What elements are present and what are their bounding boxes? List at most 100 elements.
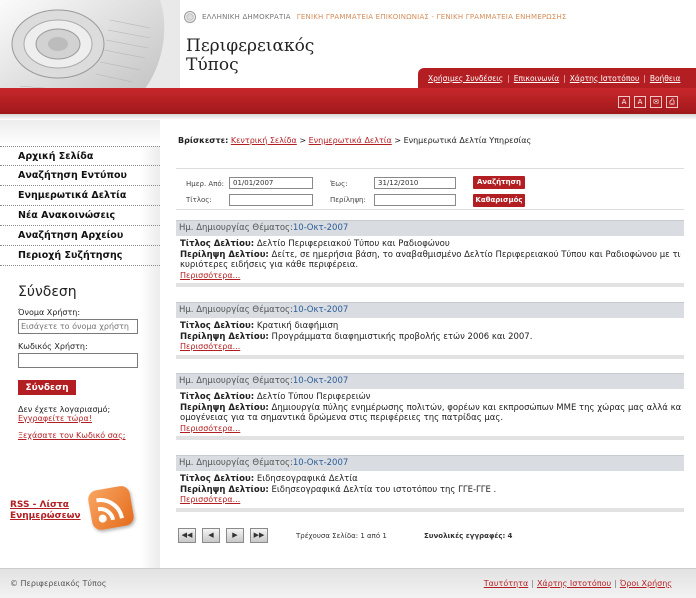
bulletin-title: Κρατική διαφήμιση [256,321,339,331]
forgot-password-link[interactable]: Ξεχάσατε τον Κωδικό σας; [18,431,158,440]
sidebar-item-bulletins[interactable]: Ενημερωτικά Δελτία [0,186,160,206]
password-label: Κωδικός Χρήστη: [18,342,88,351]
nav-separator: | [563,73,566,83]
bulletin-card: Ημ. Δημιουργίας Θέματος:10-Οκτ-2007 Τίτλ… [176,220,684,287]
page-tools: A A ✉ ⎙ [618,96,678,108]
gov-text-secretariats: ΓΕΝΙΚΗ ΓΡΑΜΜΑΤΕΙΑ ΕΠΙΚΟΙΝΩΝΙΑΣ - ΓΕΝΙΚΗ … [296,13,567,21]
current-page-text: Τρέχουσα Σελίδα: 1 από 1 [296,532,387,540]
search-form: Ημερ. Από: 01/01/2007 Έως: 31/12/2010 Αν… [176,168,684,210]
rss-icon[interactable] [86,484,136,532]
date-to-label: Έως: [330,180,348,188]
created-label: Ημ. Δημιουργίας Θέματος: [179,223,293,233]
username-input[interactable] [18,319,138,334]
bulletin-title: Δελτίο Τύπου Περιφερειών [256,392,371,402]
email-icon[interactable]: ✉ [650,96,662,108]
bulletin-footer-bar [176,436,684,440]
gov-text-hellenic-republic: ΕΛΛΗΝΙΚΗ ΔΗΜΟΚΡΑΤΙΑ [202,13,291,21]
footer-link-terms[interactable]: Όροι Χρήσης [620,579,672,588]
sidebar-item-search-publication[interactable]: Αναζήτηση Εντύπου [0,166,160,186]
sidebar-item-archive-search[interactable]: Αναζήτηση Αρχείου [0,226,160,246]
created-label: Ημ. Δημιουργίας Θέματος: [179,458,293,468]
bulletin-summary-line-1: Δείτε, σε ημερήσια βάση, το αναβαθμισμέν… [271,249,681,260]
username-label: Όνομα Χρήστη: [18,308,81,317]
search-button[interactable]: Αναζήτηση [473,176,525,189]
bulletin-summary-line-1: Δημιουργία πύλης ενημέρωσης πολιτών, φορ… [271,402,681,413]
prev-page-button[interactable]: ◀ [202,528,220,543]
next-page-button[interactable]: ▶ [226,528,244,543]
site-title: Περιφερειακός Τύπος [186,37,314,75]
bulletin-card: Ημ. Δημιουργίας Θέματος:10-Οκτ-2007 Τίτλ… [176,455,684,512]
bulletin-footer-bar [176,507,684,512]
footer-link-identity[interactable]: Ταυτότητα [484,579,528,588]
sidebar-menu: Αρχική Σελίδα Αναζήτηση Εντύπου Ενημερωτ… [0,146,160,266]
bulletin-title: Ειδησεογραφικά Δελτία [256,474,358,484]
bulletin-footer-bar [176,283,684,287]
bulletin-card: Ημ. Δημιουργίας Θέματος:10-Οκτ-2007 Τίτλ… [176,302,684,359]
breadcrumb-prefix: Βρίσκεστε: [178,136,229,145]
sidebar-item-announcements[interactable]: Νέα Ανακοινώσεις [0,206,160,226]
page-footer: © Περιφερειακός Τύπος Ταυτότητα | Χάρτης… [0,568,696,598]
nav-sitemap[interactable]: Χάρτης Ιστοτόπου [570,74,640,83]
date-from-label: Ημερ. Από: [186,180,225,188]
sidebar: Αρχική Σελίδα Αναζήτηση Εντύπου Ενημερωτ… [0,120,160,568]
breadcrumb-home-link[interactable]: Κεντρική Σελίδα [231,136,297,145]
rss-block: RSS - Λίστα Ενημερώσεων [10,484,150,532]
clear-button[interactable]: Καθαρισμός [473,194,525,207]
password-input[interactable] [18,353,138,368]
bulletin-more-link[interactable]: Περισσότερα... [180,424,240,433]
bulletin-summary-label: Περίληψη Δελτίου: [180,484,269,495]
date-to-input[interactable]: 31/12/2010 [374,177,456,189]
sidebar-item-home[interactable]: Αρχική Σελίδα [0,146,160,166]
first-page-button[interactable]: ◀◀ [178,528,196,543]
pagination: ◀◀ ◀ ▶ ▶▶ Τρέχουσα Σελίδα: 1 από 1 Συνολ… [178,527,548,547]
total-records: Συνολικές εγγραφές: 4 [424,532,512,540]
page-header: ΕΛΛΗΝΙΚΗ ΔΗΜΟΚΡΑΤΙΑ ΓΕΝΙΚΗ ΓΡΑΜΜΑΤΕΙΑ ΕΠ… [0,0,696,120]
rss-link[interactable]: RSS - Λίστα Ενημερώσεων [10,500,81,522]
bulletin-header: Ημ. Δημιουργίας Θέματος:10-Οκτ-2007 [176,220,684,236]
print-icon[interactable]: ⎙ [666,96,678,108]
breadcrumb-current: Ενημερωτικά Δελτία Υπηρεσίας [403,136,532,145]
rss-label-line-1: RSS - Λίστα [10,500,69,510]
breadcrumb-section-link[interactable]: Ενημερωτικά Δελτία [309,136,392,145]
copyright-text: © Περιφερειακός Τύπος [10,579,107,588]
site-title-line-1: Περιφερειακός [186,36,315,56]
rss-label-line-2: Ενημερώσεων [10,511,81,521]
bulletin-header: Ημ. Δημιουργίας Θέματος:10-Οκτ-2007 [176,302,684,318]
bulletin-body: Τίτλος Δελτίου: Ειδησεογραφικά Δελτία Πε… [176,471,684,506]
footer-links: Ταυτότητα | Χάρτης Ιστοτόπου | Όροι Χρήσ… [484,579,672,588]
nav-useful-links[interactable]: Χρήσιμες Συνδέσεις [428,74,503,83]
bulletin-date: 10-Οκτ-2007 [292,223,349,233]
bulletin-more-link[interactable]: Περισσότερα... [180,271,240,280]
footer-link-sitemap[interactable]: Χάρτης Ιστοτόπου [537,579,611,588]
summary-label: Περίληψη: [330,196,366,204]
total-records-value: 4 [507,532,513,540]
bulletin-body: Τίτλος Δελτίου: Δελτίο Περιφερειακού Τύπ… [176,236,684,281]
top-navigation: Χρήσιμες Συνδέσεις | Επικοινωνία | Χάρτη… [418,68,696,88]
title-input[interactable] [229,194,313,206]
greek-emblem-icon [184,11,196,23]
bulletin-summary-line-1: Προγράμματα διαφημιστικής προβολής ετών … [271,331,533,342]
font-increase-icon[interactable]: A [634,96,646,108]
breadcrumb-separator: > [299,136,307,145]
bulletin-header: Ημ. Δημιουργίας Θέματος:10-Οκτ-2007 [176,373,684,389]
register-link[interactable]: Εγγραφείτε τώρα! [18,414,158,423]
site-title-line-2: Τύπος [186,55,239,75]
summary-input[interactable] [374,194,456,206]
nav-help[interactable]: Βοήθεια [650,74,681,83]
breadcrumb: Βρίσκεστε: Κεντρική Σελίδα > Ενημερωτικά… [178,136,531,145]
date-from-input[interactable]: 01/01/2007 [229,177,313,189]
login-panel: Σύνδεση Όνομα Χρήστη: Κωδικός Χρήστη: Σύ… [18,284,158,440]
bulletin-more-link[interactable]: Περισσότερα... [180,495,240,504]
font-decrease-icon[interactable]: A [618,96,630,108]
nav-separator: | [507,73,510,83]
bulletin-title: Δελτίο Περιφερειακού Τύπου και Ραδιοφώνο… [256,239,450,249]
bulletin-date: 10-Οκτ-2007 [292,458,349,468]
footer-separator: | [614,579,617,588]
total-records-label: Συνολικές εγγραφές: [424,532,506,540]
bulletin-more-link[interactable]: Περισσότερα... [180,342,240,351]
sidebar-item-discussion[interactable]: Περιοχή Συζήτησης [0,246,160,266]
last-page-button[interactable]: ▶▶ [250,528,268,543]
login-button[interactable]: Σύνδεση [18,380,76,395]
sidebar-top-shadow [0,120,160,146]
nav-contact[interactable]: Επικοινωνία [514,74,559,83]
